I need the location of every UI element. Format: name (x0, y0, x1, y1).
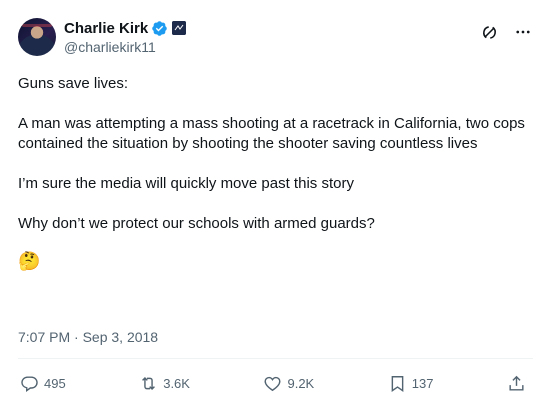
bookmark-count: 137 (411, 375, 434, 391)
avatar[interactable] (18, 18, 56, 56)
tweet-text: Guns save lives: A man was attempting a … (18, 74, 528, 291)
repost-icon (142, 376, 156, 390)
name-row: Charlie Kirk (64, 18, 187, 38)
divider (18, 358, 533, 359)
handle[interactable]: @charliekirk11 (64, 39, 186, 55)
bookmark-icon (391, 375, 404, 392)
repost-count: 3.6K (163, 375, 190, 391)
tweet-paragraph: Why don’t we protect our schools with ar… (18, 215, 375, 232)
author-names: Charlie Kirk @charliekirk11 (64, 18, 187, 55)
verified-badge-icon[interactable] (151, 20, 168, 37)
like-count: 9.2K (287, 375, 315, 391)
grok-icon[interactable] (479, 22, 499, 42)
like-icon (264, 376, 281, 391)
tweet-paragraph: Guns save lives: (18, 75, 129, 92)
tweet-paragraph: A man was attempting a mass shooting at … (18, 115, 525, 152)
thinking-emoji: 🤔 (18, 251, 41, 271)
reply-icon (21, 375, 38, 392)
share-icon (509, 375, 524, 391)
like-button[interactable]: 9.2K (263, 374, 314, 393)
affiliate-badge-icon[interactable] (172, 21, 187, 35)
reply-button[interactable]: 495 (20, 374, 66, 393)
timestamp[interactable]: 7:07 PM · Sep 3, 2018 (18, 329, 158, 345)
tweet-paragraph: I’m sure the media will quickly move pas… (18, 175, 354, 192)
reply-count: 495 (44, 375, 66, 391)
bookmark-button[interactable]: 137 (388, 374, 434, 393)
tweet-card: Charlie Kirk @charliekirk11 Guns save li… (0, 0, 547, 402)
header-actions (479, 22, 533, 42)
share-button[interactable] (507, 374, 531, 393)
more-icon[interactable] (513, 22, 533, 42)
repost-button[interactable]: 3.6K (139, 374, 190, 393)
display-name[interactable]: Charlie Kirk (64, 20, 148, 37)
tweet-header: Charlie Kirk @charliekirk11 (18, 18, 533, 62)
action-bar: 495 3.6K 9.2K 137 (20, 372, 531, 394)
